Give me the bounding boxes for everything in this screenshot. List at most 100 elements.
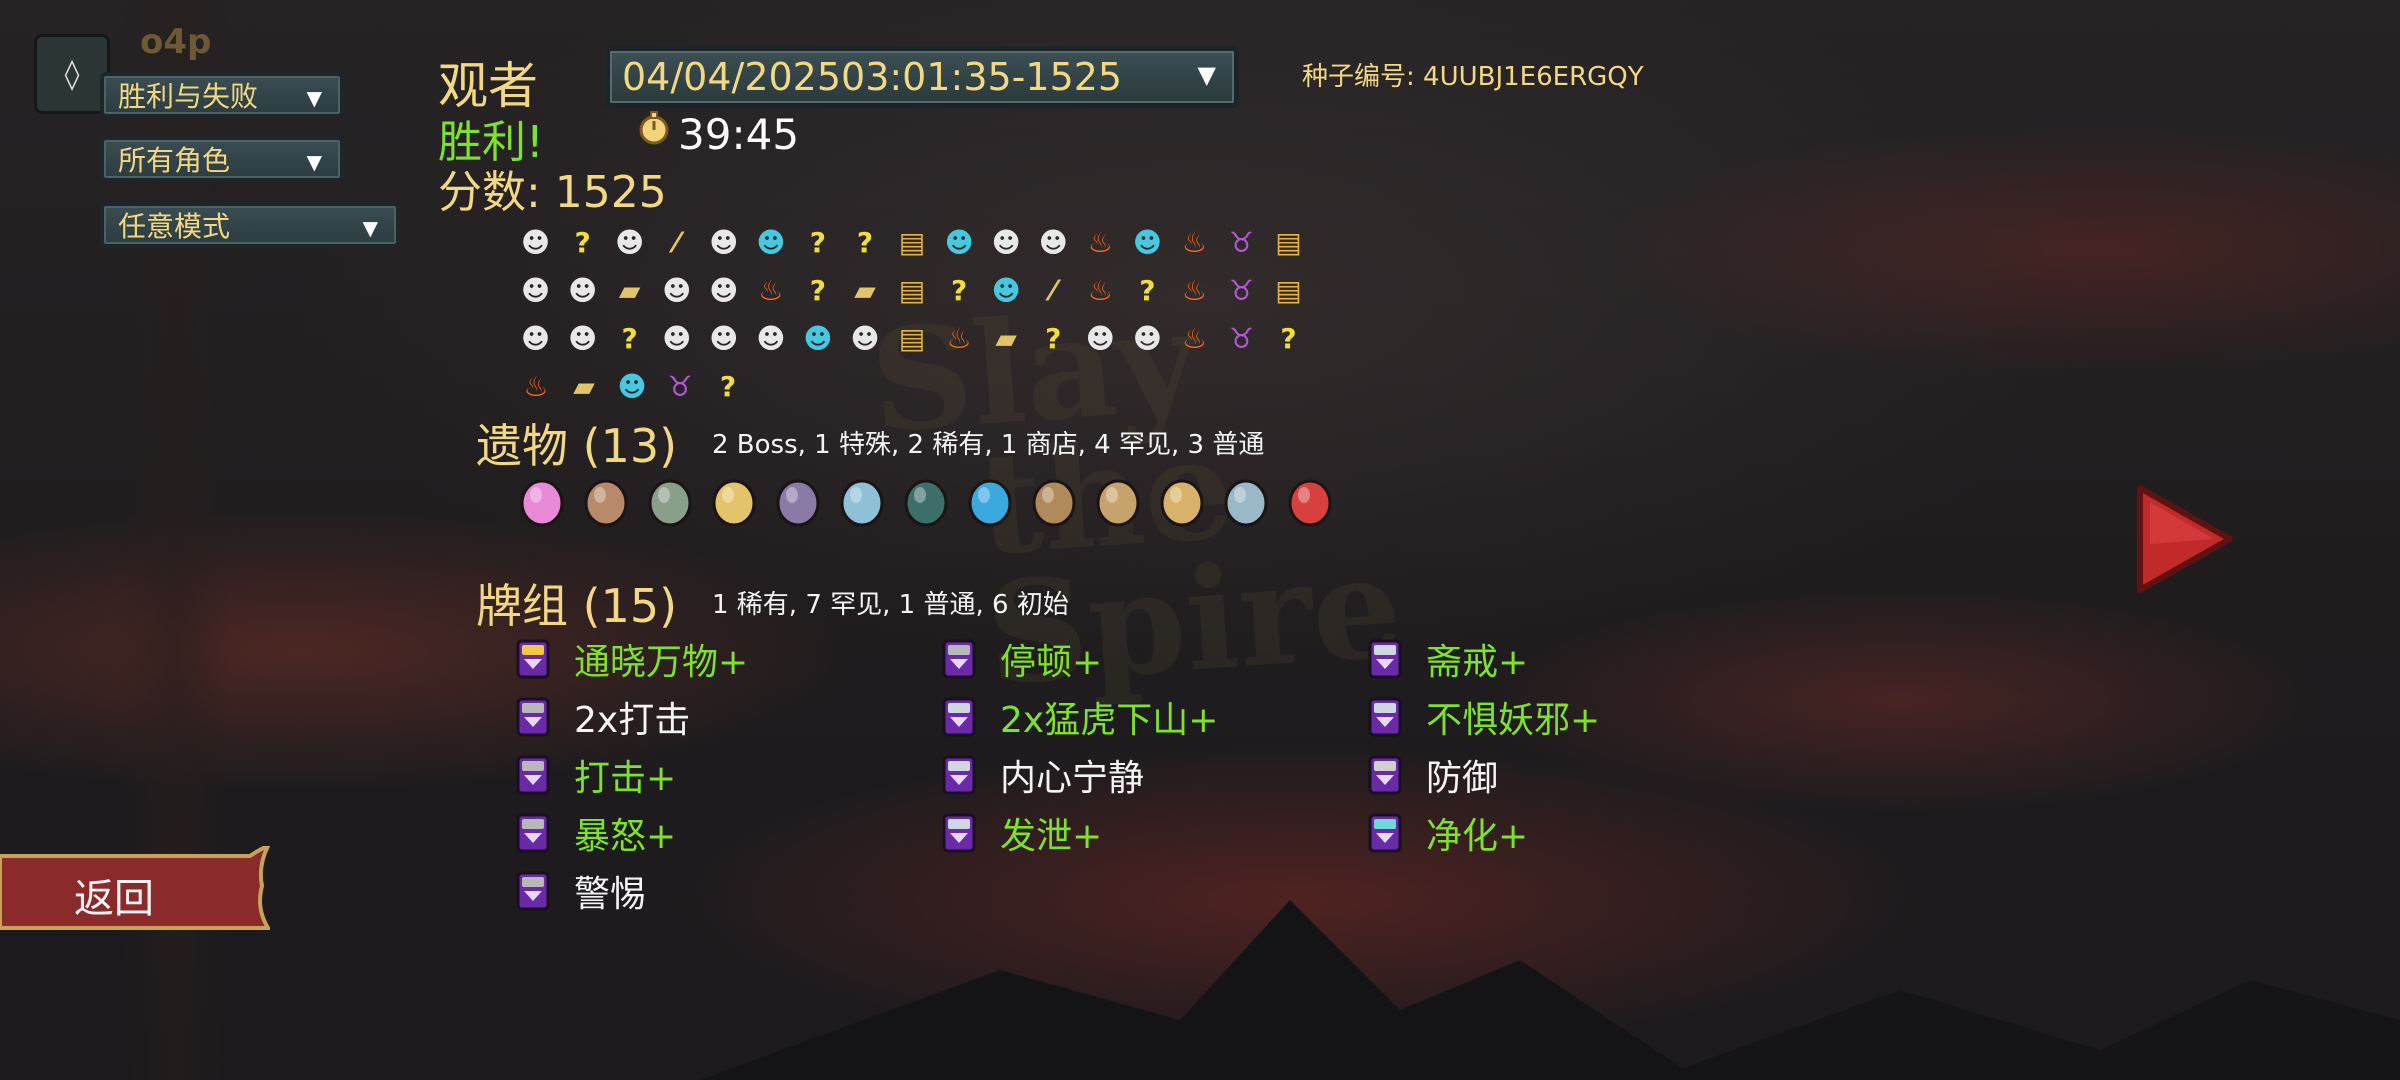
boss-icon[interactable]: ♉ xyxy=(1218,266,1265,314)
rest-icon[interactable]: ♨ xyxy=(1171,314,1218,362)
monster-icon[interactable]: ☻ xyxy=(512,314,559,362)
card-icon xyxy=(516,697,550,737)
deck-card[interactable]: 不惧妖邪+ xyxy=(1368,690,1768,744)
pyramid-icon[interactable] xyxy=(1152,466,1212,532)
shop-icon[interactable]: ▤ xyxy=(889,314,936,362)
card-name: 通晓万物+ xyxy=(574,642,749,683)
unknown-monster-icon[interactable]: ? xyxy=(841,218,888,266)
shop-icon[interactable]: ▤ xyxy=(889,266,936,314)
map-path-row: ☻ ☻? ☻ ☻ ☻ ☻ ☻ ▤ ♨ ▰? ☻ ☻ ♨ ♉? xyxy=(512,314,1312,362)
rest-icon[interactable]: ♨ xyxy=(747,266,794,314)
card-back-button[interactable]: ◊ xyxy=(34,34,110,114)
monster-icon[interactable]: ☻ xyxy=(512,218,559,266)
rest-icon[interactable]: ♨ xyxy=(512,362,560,410)
monster-icon[interactable]: ☻ xyxy=(559,314,606,362)
bow-icon[interactable] xyxy=(704,466,764,532)
monster-icon[interactable]: ☻ xyxy=(653,314,700,362)
deck-card[interactable]: 净化+ xyxy=(1368,806,1768,860)
monster-icon[interactable]: ☻ xyxy=(1077,314,1124,362)
deck-card[interactable]: 通晓万物+ xyxy=(516,632,916,686)
monster-icon[interactable]: ☻ xyxy=(1124,314,1171,362)
monster-icon[interactable]: ☻ xyxy=(559,266,606,314)
unknown-icon[interactable]: ? xyxy=(1265,314,1312,362)
chevron-down-icon: ▼ xyxy=(306,86,322,110)
seed-label: 种子编号: 4UUBJ1E6ERGQY xyxy=(1302,62,1644,92)
bronze-tablet-icon[interactable] xyxy=(576,466,636,532)
back-button-label[interactable]: 返回 xyxy=(74,866,154,924)
treasure-icon[interactable]: ▰ xyxy=(606,266,653,314)
elite-icon[interactable]: ☻ xyxy=(747,218,794,266)
bowl-icon[interactable] xyxy=(896,466,956,532)
rest-icon[interactable]: ♨ xyxy=(936,314,983,362)
run-select-dropdown[interactable]: 04/04/202503:01:35-1525 ▼ xyxy=(605,46,1239,108)
shovel-icon[interactable] xyxy=(1216,466,1276,532)
card-name: 警惕 xyxy=(574,874,647,915)
monster-icon[interactable]: ☻ xyxy=(606,218,653,266)
pure-water-icon[interactable] xyxy=(512,466,572,532)
elite-icon[interactable]: ☻ xyxy=(608,362,656,410)
rest-icon[interactable]: ♨ xyxy=(1077,266,1124,314)
rest-icon[interactable]: ♨ xyxy=(1077,218,1124,266)
rest-icon[interactable]: ♨ xyxy=(1171,266,1218,314)
deck-card[interactable]: 停顿+ xyxy=(942,632,1342,686)
rest-icon[interactable]: ♨ xyxy=(1171,218,1218,266)
feather-icon[interactable] xyxy=(832,466,892,532)
unknown-icon[interactable]: ? xyxy=(1124,266,1171,314)
unknown-monster-icon[interactable]: ? xyxy=(794,266,841,314)
elite-icon[interactable]: ☻ xyxy=(983,266,1030,314)
treasure-icon[interactable]: ▰ xyxy=(560,362,608,410)
monster-icon[interactable]: ☻ xyxy=(983,218,1030,266)
ectoplasm-icon[interactable] xyxy=(640,466,700,532)
elite-icon[interactable]: ☻ xyxy=(1124,218,1171,266)
elite-icon[interactable]: ☻ xyxy=(794,314,841,362)
altar-icon[interactable] xyxy=(1088,466,1148,532)
treasure-icon[interactable]: ▰ xyxy=(841,266,888,314)
monster-icon[interactable]: ☻ xyxy=(512,266,559,314)
unknown-icon[interactable]: ? xyxy=(1030,314,1077,362)
unknown-icon[interactable]: ? xyxy=(704,362,752,410)
shop-icon[interactable]: ▤ xyxy=(889,218,936,266)
treasure-unknown-icon[interactable]: ⁄ xyxy=(1030,266,1077,314)
card-icon xyxy=(1368,697,1402,737)
monster-icon[interactable]: ☻ xyxy=(700,266,747,314)
monster-icon[interactable]: ☻ xyxy=(700,314,747,362)
unknown-icon[interactable]: ? xyxy=(606,314,653,362)
blue-ink-icon[interactable] xyxy=(960,466,1020,532)
deck-card[interactable]: 暴怒+ xyxy=(516,806,916,860)
unknown-icon[interactable]: ? xyxy=(559,218,606,266)
deck-card[interactable]: 警惕 xyxy=(516,864,916,918)
deck-card[interactable]: 内心宁静 xyxy=(942,748,1342,802)
card-name: 防御 xyxy=(1426,758,1499,799)
monster-icon[interactable]: ☻ xyxy=(653,266,700,314)
pack-icon[interactable] xyxy=(1024,466,1084,532)
relic-list xyxy=(512,466,1340,532)
monster-icon[interactable]: ☻ xyxy=(747,314,794,362)
monster-icon[interactable]: ☻ xyxy=(700,218,747,266)
deck-card[interactable]: 2x猛虎下山+ xyxy=(942,690,1342,744)
chevron-down-icon: ▼ xyxy=(362,216,378,240)
deck-card[interactable]: 发泄+ xyxy=(942,806,1342,860)
deck-card[interactable]: 2x打击 xyxy=(516,690,916,744)
next-arrow-button[interactable] xyxy=(2134,484,2234,594)
monster-icon[interactable]: ☻ xyxy=(841,314,888,362)
boss-icon[interactable]: ♉ xyxy=(1218,314,1265,362)
unknown-icon[interactable]: ? xyxy=(794,218,841,266)
strawberry-icon[interactable] xyxy=(1280,466,1340,532)
treasure-unknown-icon[interactable]: ⁄ xyxy=(653,218,700,266)
result-filter-dropdown[interactable]: 胜利与失败 ▼ xyxy=(100,72,344,118)
deck-card[interactable]: 打击+ xyxy=(516,748,916,802)
boss-icon[interactable]: ♉ xyxy=(1218,218,1265,266)
deck-card[interactable]: 防御 xyxy=(1368,748,1768,802)
character-filter-dropdown[interactable]: 所有角色 ▼ xyxy=(100,136,344,182)
shop-icon[interactable]: ▤ xyxy=(1265,218,1312,266)
elite-icon[interactable]: ☻ xyxy=(936,218,983,266)
treasure-icon[interactable]: ▰ xyxy=(983,314,1030,362)
boss-icon[interactable]: ♉ xyxy=(656,362,704,410)
unknown-monster-icon[interactable]: ? xyxy=(936,266,983,314)
mode-filter-dropdown[interactable]: 任意模式 ▼ xyxy=(100,202,400,248)
potion-belt-icon[interactable] xyxy=(768,466,828,532)
score-label: 分数: 1525 xyxy=(438,167,667,218)
monster-icon[interactable]: ☻ xyxy=(1030,218,1077,266)
deck-card[interactable]: 斋戒+ xyxy=(1368,632,1768,686)
shop-icon[interactable]: ▤ xyxy=(1265,266,1312,314)
